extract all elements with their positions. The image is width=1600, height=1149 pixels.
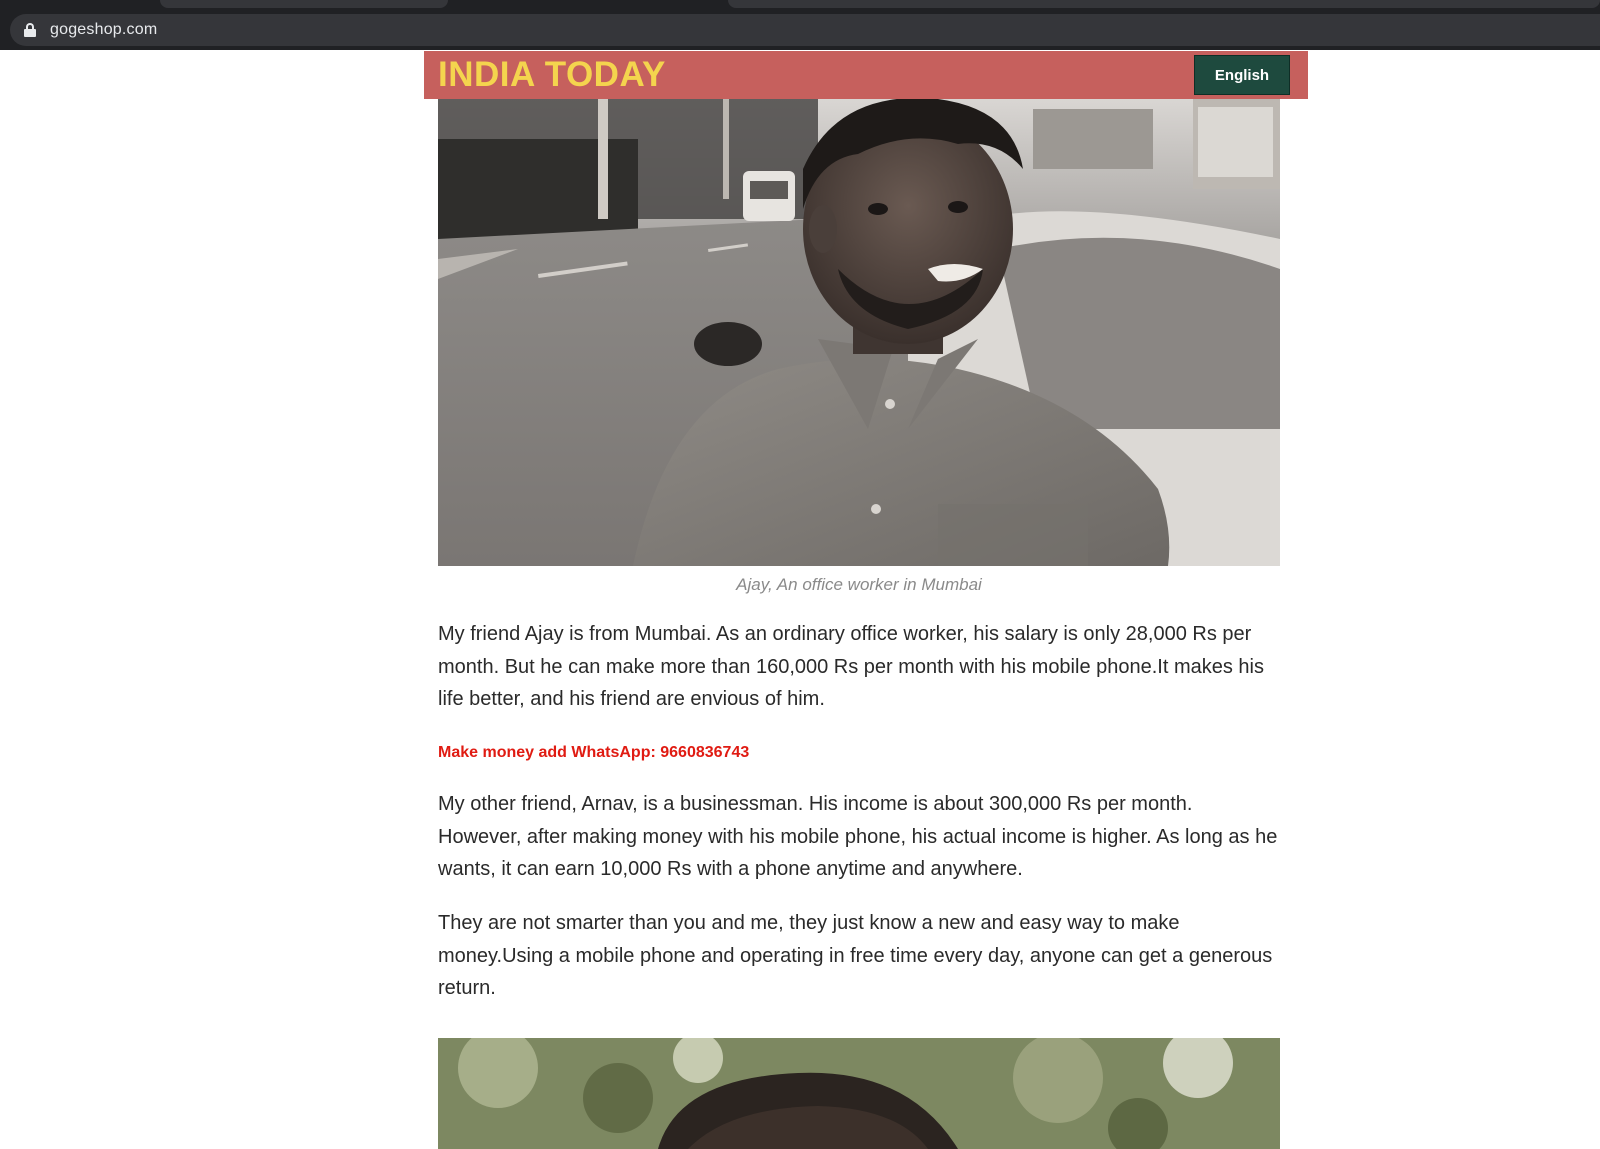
browser-tab[interactable]: [160, 0, 448, 8]
photo-caption: Ajay, An office worker in Mumbai: [736, 575, 982, 594]
web-page: INDIA TODAY English Ajay, An office work…: [0, 50, 1600, 1149]
language-button[interactable]: English: [1194, 55, 1290, 95]
site-header: INDIA TODAY English: [424, 51, 1308, 99]
article-paragraph: My friend Ajay is from Mumbai. As an ord…: [438, 623, 1264, 710]
address-bar[interactable]: gogeshop.com: [10, 14, 1600, 46]
lock-icon[interactable]: [24, 23, 36, 37]
url-text[interactable]: gogeshop.com: [50, 21, 157, 39]
tab-strip: [0, 0, 1600, 10]
browser-toolbar: gogeshop.com: [0, 10, 1600, 50]
article-paragraph: They are not smarter than you and me, th…: [438, 912, 1273, 999]
article-photo: [438, 1038, 1280, 1149]
site-logo[interactable]: INDIA TODAY: [438, 56, 666, 94]
article-photo: [438, 99, 1280, 566]
browser-tab[interactable]: [728, 0, 1600, 8]
promo-link[interactable]: Make money add WhatsApp: 9660836743: [438, 744, 749, 762]
article-paragraph: My other friend, Arnav, is a businessman…: [438, 793, 1278, 880]
